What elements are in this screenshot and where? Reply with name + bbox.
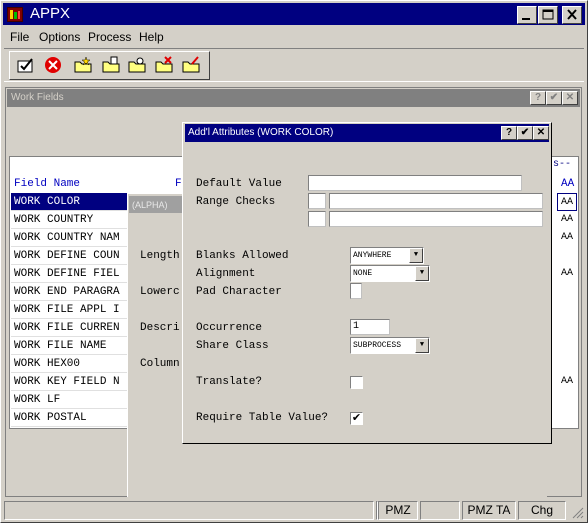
app-title: APPX [30, 5, 71, 22]
aa-cell [557, 247, 577, 265]
col-header-aa: AA [561, 178, 575, 190]
folder-edit-icon[interactable] [182, 56, 200, 74]
table-row[interactable]: WORK DEFINE COUN [11, 247, 127, 265]
label-share-class: Share Class [196, 340, 269, 352]
chevron-down-icon: ▼ [415, 338, 429, 353]
share-class-select[interactable]: SUBPROCESS ▼ [350, 337, 430, 354]
maximize-button[interactable] [538, 6, 558, 24]
table-row[interactable]: WORK COUNTRY [11, 211, 127, 229]
folder-up-icon[interactable] [102, 56, 120, 74]
workfields-help-button[interactable]: ? [530, 91, 546, 105]
dialog-title: Add'l Attributes (WORK COLOR) [188, 127, 334, 138]
dialog-help-button[interactable]: ? [501, 126, 517, 140]
aa-cell: AA [560, 268, 573, 279]
alignment-value: NONE [353, 269, 373, 278]
label-pad-character: Pad Character [196, 286, 282, 298]
chevron-down-icon: ▼ [415, 266, 429, 281]
range-check-1-toggle[interactable] [308, 193, 326, 209]
menu-help[interactable]: Help [139, 30, 164, 44]
label-description: Descri [140, 322, 180, 334]
table-row[interactable]: WORK FILE NAME [11, 337, 127, 355]
folder-search-icon[interactable] [128, 56, 146, 74]
blanks-allowed-select[interactable]: ANYWHERE ▼ [350, 247, 424, 264]
folder-new-icon[interactable] [74, 56, 92, 74]
alignment-select[interactable]: NONE ▼ [350, 265, 430, 282]
table-row[interactable]: WORK COLOR [11, 193, 127, 211]
label-require-table-value: Require Table Value? [196, 412, 329, 424]
menu-process[interactable]: Process [88, 30, 131, 44]
table-row[interactable]: WORK DEFINE FIEL [11, 265, 127, 283]
table-row[interactable]: WORK LF [11, 391, 127, 409]
title-bar [3, 3, 585, 25]
blanks-allowed-value: ANYWHERE [353, 251, 392, 260]
table-row[interactable]: WORK HEX00 [11, 355, 127, 373]
menu-options[interactable]: Options [39, 30, 80, 44]
chevron-down-icon: ▼ [409, 248, 423, 263]
label-column: Column [140, 358, 180, 370]
range-check-1-input[interactable] [329, 193, 543, 209]
table-row[interactable]: WORK KEY FIELD N [11, 373, 127, 391]
dialog-ok-button[interactable]: ✔ [517, 126, 533, 140]
table-row[interactable]: WORK FILE APPL I [11, 301, 127, 319]
occurrence-input[interactable]: 1 [350, 319, 390, 335]
workfields-titlebar [7, 89, 580, 107]
status-cell-pmz-ta: PMZ TA [462, 501, 516, 520]
label-translate: Translate? [196, 376, 263, 388]
status-cell-pmz: PMZ [378, 501, 418, 520]
aa-cell: AA [560, 214, 573, 225]
table-row[interactable]: WORK POSTAL [11, 409, 127, 427]
aa-cell: AA [560, 232, 573, 243]
range-check-2-input[interactable] [329, 211, 543, 227]
label-alignment: Alignment [196, 268, 256, 280]
label-length: Length [140, 250, 180, 262]
translate-checkbox[interactable] [350, 376, 363, 389]
require-table-value-checkbox[interactable]: ✔ [350, 412, 363, 425]
cancel-icon[interactable] [44, 56, 62, 74]
status-cell-chg: Chg [518, 501, 566, 520]
resize-grip-icon[interactable] [570, 505, 584, 519]
label-range-checks: Range Checks [196, 196, 276, 208]
label-default-value: Default Value [196, 178, 282, 190]
app-logo-icon [7, 7, 23, 22]
dialog-close-button[interactable]: ✕ [533, 126, 549, 140]
header-partial-s: s-- [553, 159, 572, 170]
minimize-button[interactable] [517, 6, 537, 24]
col-header-field-name: Field Name [14, 178, 81, 190]
alpha-panel-title: (ALPHA) [132, 200, 168, 210]
default-value-input[interactable] [308, 175, 522, 191]
check-icon[interactable] [17, 56, 35, 74]
workfields-close-button[interactable]: ✕ [562, 91, 578, 105]
label-blanks-allowed: Blanks Allowed [196, 250, 289, 262]
workfields-ok-button[interactable]: ✔ [546, 91, 562, 105]
menu-file[interactable]: File [10, 30, 29, 44]
status-cell-1 [4, 501, 374, 520]
range-check-2-toggle[interactable] [308, 211, 326, 227]
label-lowercase: Lowerc [140, 286, 180, 298]
share-class-value: SUBPROCESS [353, 341, 402, 350]
close-button[interactable] [562, 6, 582, 24]
table-row[interactable]: WORK COUNTRY NAM [11, 229, 127, 247]
table-row[interactable]: WORK FILE CURREN [11, 319, 127, 337]
pad-character-input[interactable] [350, 283, 362, 299]
col-header-f: F [175, 178, 182, 190]
table-row[interactable]: WORK END PARAGRA [11, 283, 127, 301]
aa-cell: AA [557, 193, 577, 211]
label-occurrence: Occurrence [196, 322, 263, 334]
status-cell-4 [420, 501, 460, 520]
workfields-title: Work Fields [11, 92, 64, 103]
aa-cell: AA [560, 376, 573, 387]
folder-delete-icon[interactable] [155, 56, 173, 74]
attributes-dialog [182, 122, 552, 444]
